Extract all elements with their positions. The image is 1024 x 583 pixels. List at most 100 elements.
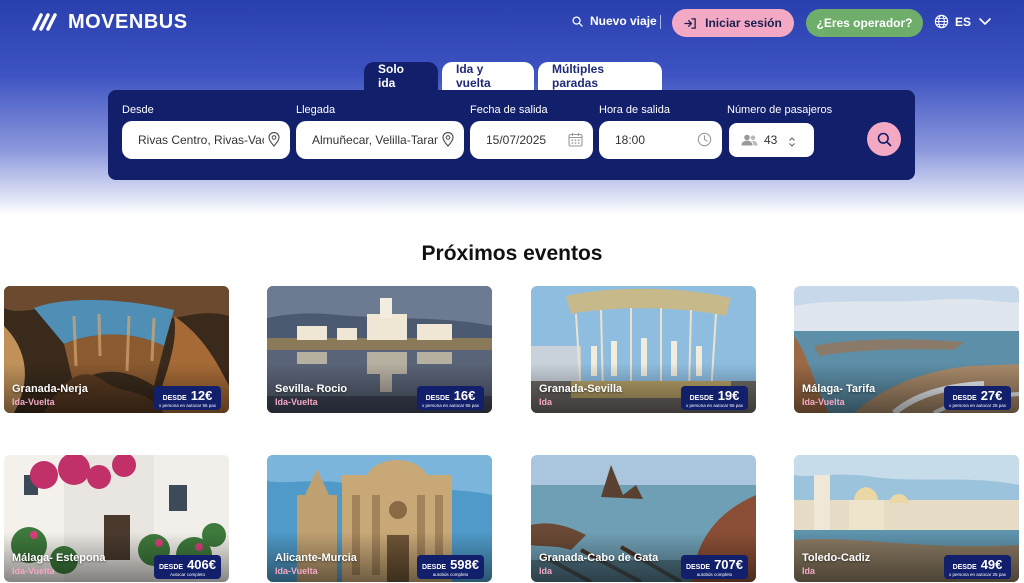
event-name: Sevilla- Rocio xyxy=(275,383,348,395)
language-selector[interactable]: ES xyxy=(934,14,991,29)
event-type: Ida-Vuelta xyxy=(275,566,318,576)
date-field[interactable]: 15/07/2025 xyxy=(470,121,593,159)
event-card[interactable]: Málaga- Estepona Ida-Vuelta DESDE 406€ Au… xyxy=(4,455,229,582)
price-badge: DESDE 49€ x persona en autocar 25 pax xyxy=(943,555,1011,579)
passengers-value: 43 xyxy=(764,133,778,147)
price-note: x persona en autocar 25 pax xyxy=(948,403,1006,408)
price-badge: DESDE 406€ Autocar completo xyxy=(153,555,221,579)
stepper-arrows-icon[interactable] xyxy=(788,136,796,148)
calendar-icon xyxy=(568,133,583,147)
event-type: Ida xyxy=(539,566,553,576)
event-name: Granada-Cabo de Gata xyxy=(539,552,659,564)
top-nav: MOVENBUS Nuevo viaje Iniciar sesión ¿Ere… xyxy=(0,0,1024,46)
price-badge: DESDE 19€ x persona en autocar 55 pax xyxy=(680,386,748,410)
from-field[interactable]: Rivas Centro, Rivas-Vaciamadrid xyxy=(122,121,290,159)
price-amount: 12€ xyxy=(190,388,213,403)
event-type: Ida-Vuelta xyxy=(275,397,318,407)
brand-name: MOVENBUS xyxy=(68,10,188,33)
time-value: 18:00 xyxy=(615,133,646,147)
event-type: Ida xyxy=(539,397,553,407)
login-icon xyxy=(684,17,696,29)
event-type: Ida-Vuelta xyxy=(802,397,845,407)
price-from: DESDE xyxy=(421,564,447,571)
operator-button[interactable]: ¿Eres operador? xyxy=(806,9,923,37)
event-card[interactable]: Granada-Cabo de Gata Ida DESDE 707€ autob… xyxy=(531,455,756,582)
trip-type-tabs: Solo ida Ida y vuelta Múltiples paradas xyxy=(364,62,662,90)
from-label: Desde xyxy=(122,104,154,116)
price-amount: 598€ xyxy=(450,557,479,572)
price-from: DESDE xyxy=(158,564,184,571)
time-field[interactable]: 18:00 xyxy=(599,121,722,159)
time-label: Hora de salida xyxy=(599,104,670,116)
clock-icon xyxy=(697,132,712,147)
tab-round-trip[interactable]: Ida y vuelta xyxy=(442,62,534,90)
tab-multi-stop[interactable]: Múltiples paradas xyxy=(538,62,662,90)
price-note: x persona en autocar 55 pax xyxy=(158,403,216,408)
price-amount: 19€ xyxy=(717,388,740,403)
price-from: DESDE xyxy=(162,395,187,402)
event-name: Granada-Nerja xyxy=(12,383,88,395)
to-label: Llegada xyxy=(296,104,336,116)
event-card[interactable]: Sevilla- Rocio Ida-Vuelta DESDE 16€ x per… xyxy=(267,286,492,413)
logo-icon xyxy=(32,13,57,31)
nav-divider xyxy=(660,15,661,29)
event-type: Ida-Vuelta xyxy=(12,566,55,576)
passengers-label: Número de pasajeros xyxy=(727,104,833,116)
event-card[interactable]: Granada-Sevilla Ida DESDE 19€ x persona e… xyxy=(531,286,756,413)
date-label: Fecha de salida xyxy=(470,104,548,116)
event-name: Alicante-Murcia xyxy=(275,552,357,564)
event-name: Málaga- Estepona xyxy=(12,552,106,564)
search-button[interactable] xyxy=(867,122,901,156)
price-amount: 406€ xyxy=(187,557,216,572)
globe-icon xyxy=(934,14,949,29)
price-from: DESDE xyxy=(952,564,977,571)
operator-label: ¿Eres operador? xyxy=(816,16,913,30)
event-type: Ida xyxy=(802,566,816,576)
chevron-down-icon xyxy=(979,17,991,25)
event-card[interactable]: Alicante-Murcia Ida-Vuelta DESDE 598€ aut… xyxy=(267,455,492,582)
event-name: Málaga- Tarifa xyxy=(802,383,876,395)
new-trip-label: Nuevo viaje xyxy=(590,14,657,28)
passengers-field[interactable]: 43 xyxy=(727,121,816,159)
price-from: DESDE xyxy=(689,395,714,402)
price-note: x persona en autocar 55 pax xyxy=(421,403,479,408)
location-pin-icon xyxy=(268,132,280,147)
location-pin-icon xyxy=(442,132,454,147)
event-card[interactable]: Granada-Nerja Ida-Vuelta DESDE 12€ x pers… xyxy=(4,286,229,413)
price-note: Autocar completo xyxy=(169,572,205,577)
to-value: Almuñecar, Velilla-Taramay xyxy=(312,133,438,147)
price-note: x persona en autocar 25 pax xyxy=(948,572,1006,577)
price-from: DESDE xyxy=(425,395,450,402)
price-amount: 707€ xyxy=(714,557,743,572)
from-value: Rivas Centro, Rivas-Vaciamadrid xyxy=(138,133,264,147)
users-icon xyxy=(741,134,758,146)
price-badge: DESDE 16€ x persona en autocar 55 pax xyxy=(416,386,484,410)
price-badge: DESDE 12€ x persona en autocar 55 pax xyxy=(153,386,221,410)
event-name: Toledo-Cadiz xyxy=(802,552,871,564)
price-note: autobús completo xyxy=(696,572,733,577)
price-from: DESDE xyxy=(952,395,977,402)
price-badge: DESDE 598€ autobús completo xyxy=(416,555,484,579)
search-icon xyxy=(877,132,891,146)
price-amount: 27€ xyxy=(980,388,1003,403)
tab-one-way[interactable]: Solo ida xyxy=(364,62,438,90)
price-note: autobús completo xyxy=(432,572,469,577)
new-trip-link[interactable]: Nuevo viaje xyxy=(572,14,657,28)
event-card[interactable]: Toledo-Cadiz Ida DESDE 49€ x persona en a… xyxy=(794,455,1019,582)
event-card[interactable]: Málaga- Tarifa Ida-Vuelta DESDE 27€ x per… xyxy=(794,286,1019,413)
price-amount: 49€ xyxy=(980,557,1003,572)
to-field[interactable]: Almuñecar, Velilla-Taramay xyxy=(296,121,464,159)
event-type: Ida-Vuelta xyxy=(12,397,55,407)
price-note: x persona en autocar 55 pax xyxy=(685,403,743,408)
search-icon xyxy=(572,15,583,27)
event-name: Granada-Sevilla xyxy=(539,383,623,395)
language-code: ES xyxy=(955,14,972,29)
price-from: DESDE xyxy=(685,564,711,571)
events-title: Próximos eventos xyxy=(421,242,603,265)
login-button[interactable]: Iniciar sesión xyxy=(672,9,794,37)
price-badge: DESDE 707€ autobús completo xyxy=(680,555,748,579)
price-badge: DESDE 27€ x persona en autocar 25 pax xyxy=(943,386,1011,410)
brand-logo[interactable]: MOVENBUS xyxy=(32,10,188,34)
login-label: Iniciar sesión xyxy=(705,16,782,30)
date-value: 15/07/2025 xyxy=(486,133,547,147)
